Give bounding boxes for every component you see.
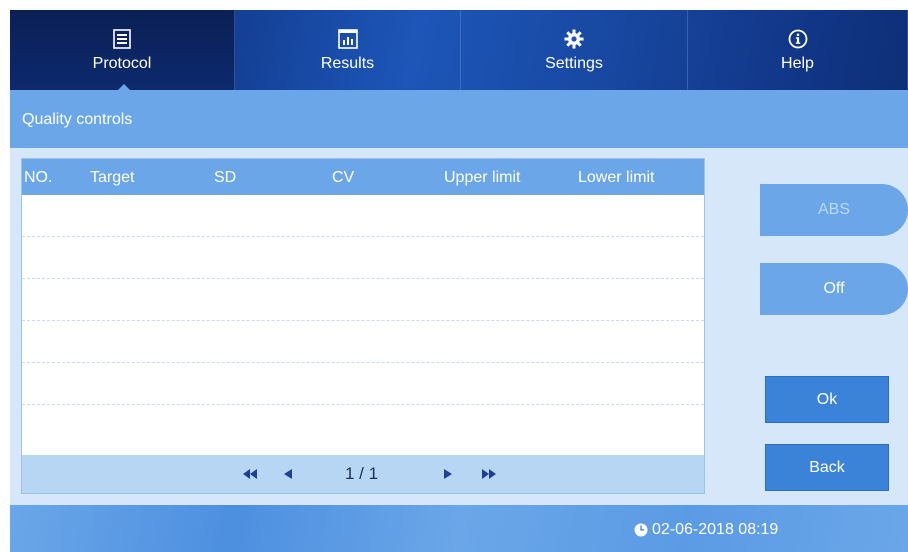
column-header-no: NO. bbox=[24, 169, 53, 186]
previous-page-icon[interactable] bbox=[284, 467, 292, 481]
tab-results-label: Results bbox=[320, 55, 375, 72]
column-header-cv: CV bbox=[332, 169, 355, 186]
pagination-bar: 1 / 1 bbox=[22, 455, 704, 493]
tab-protocol-label: Protocol bbox=[92, 55, 152, 72]
tab-results[interactable]: Results bbox=[235, 10, 461, 90]
tab-settings[interactable]: Settings bbox=[461, 10, 688, 90]
table-row[interactable] bbox=[22, 195, 704, 237]
last-page-icon[interactable] bbox=[482, 467, 496, 481]
page-title: Quality controls bbox=[22, 111, 133, 128]
column-header-target: Target bbox=[90, 169, 135, 186]
table-row[interactable] bbox=[22, 363, 704, 405]
tab-help-label: Help bbox=[781, 55, 814, 72]
table-row[interactable] bbox=[22, 321, 704, 363]
page-indicator: 1 / 1 bbox=[345, 464, 379, 483]
table-header: NO. Target SD CV Upper limit Lower limit bbox=[22, 159, 704, 195]
status-bar: 02-06-2018 08:19 bbox=[10, 505, 908, 552]
datetime-display: 02-06-2018 08:19 bbox=[634, 521, 778, 539]
section-header: Quality controls bbox=[10, 90, 908, 148]
column-header-upper-limit: Upper limit bbox=[444, 169, 521, 186]
protocol-icon bbox=[113, 27, 131, 51]
clock-icon bbox=[634, 523, 648, 537]
ok-button[interactable]: Ok bbox=[765, 376, 889, 423]
off-toggle-button[interactable]: Off bbox=[760, 263, 908, 315]
next-page-icon[interactable] bbox=[444, 467, 452, 481]
action-panel: ABS Off Ok Back bbox=[736, 148, 908, 505]
back-button[interactable]: Back bbox=[765, 444, 889, 491]
table-row[interactable] bbox=[22, 405, 704, 447]
table-row[interactable] bbox=[22, 279, 704, 321]
tab-settings-label: Settings bbox=[545, 55, 603, 72]
gear-icon bbox=[564, 27, 584, 51]
column-header-lower-limit: Lower limit bbox=[578, 169, 655, 186]
first-page-icon[interactable] bbox=[243, 467, 257, 481]
results-icon bbox=[337, 27, 358, 51]
table-row[interactable] bbox=[22, 237, 704, 279]
quality-controls-table: NO. Target SD CV Upper limit Lower limit bbox=[21, 158, 705, 494]
datetime-text: 02-06-2018 08:19 bbox=[652, 521, 779, 538]
column-header-sd: SD bbox=[214, 169, 237, 186]
app-window: Protocol Results Settings Help Quality c… bbox=[10, 10, 908, 552]
table-panel: NO. Target SD CV Upper limit Lower limit bbox=[10, 148, 736, 505]
info-icon bbox=[788, 27, 808, 51]
abs-button[interactable]: ABS bbox=[760, 184, 908, 236]
top-navigation: Protocol Results Settings Help bbox=[10, 10, 908, 91]
tab-protocol[interactable]: Protocol bbox=[10, 10, 235, 90]
tab-help[interactable]: Help bbox=[688, 10, 908, 90]
